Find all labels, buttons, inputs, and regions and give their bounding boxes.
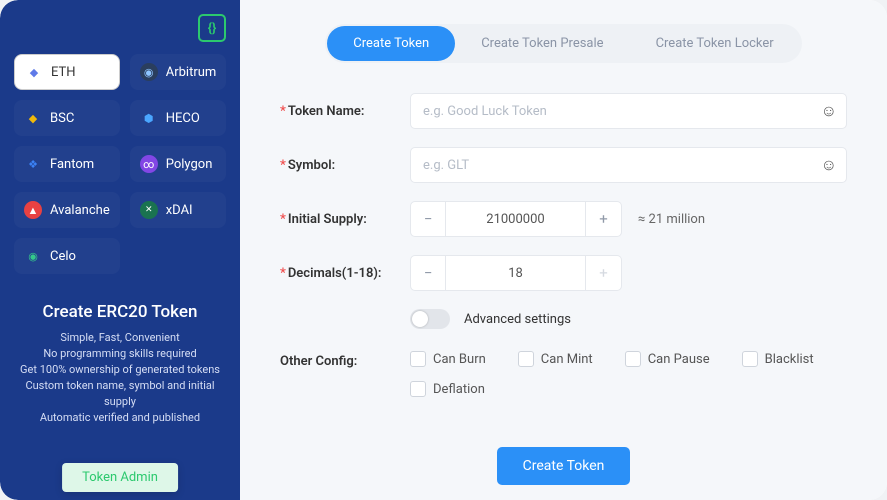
config-options: Can Burn Can Mint Can Pause Blacklist Deflat…	[410, 351, 847, 397]
advanced-settings-label: Advanced settings	[464, 312, 571, 327]
network-label: Avalanche	[50, 203, 110, 218]
network-label: Polygon	[166, 157, 213, 172]
network-eth[interactable]: ◆ ETH	[14, 54, 120, 90]
emoji-picker-icon[interactable]: ☺	[821, 155, 837, 175]
checkbox-label: Deflation	[433, 382, 485, 397]
token-name-input[interactable]	[410, 93, 847, 129]
checkbox-label: Can Burn	[433, 352, 486, 367]
input-wrap-token-name: ☺	[410, 93, 847, 129]
network-label: ETH	[51, 65, 76, 80]
network-label: Arbitrum	[166, 65, 217, 80]
checkbox-can-mint[interactable]: Can Mint	[518, 351, 593, 367]
network-label: Celo	[50, 249, 76, 264]
label-initial-supply: *Initial Supply:	[280, 212, 410, 227]
decimals-stepper: − +	[410, 255, 622, 291]
avalanche-icon: ▲	[24, 201, 42, 219]
decimals-input[interactable]	[446, 255, 586, 291]
network-label: Fantom	[50, 157, 94, 172]
toggle-knob	[412, 311, 428, 327]
checkbox-label: Can Mint	[541, 352, 593, 367]
network-arbitrum[interactable]: ◉ Arbitrum	[130, 54, 227, 90]
decimals-increment-button[interactable]: +	[586, 255, 622, 291]
checkbox-box	[410, 351, 426, 367]
bsc-icon: ◆	[24, 109, 42, 127]
promo-block: Create ERC20 Token Simple, Fast, Conveni…	[14, 302, 226, 426]
decimals-decrement-button[interactable]: −	[410, 255, 446, 291]
initial-supply-input[interactable]	[446, 201, 586, 237]
label-decimals: *Decimals(1-18):	[280, 266, 410, 281]
row-advanced-toggle: Advanced settings	[410, 309, 847, 329]
checkbox-box	[742, 351, 758, 367]
create-token-button[interactable]: Create Token	[497, 447, 631, 485]
advanced-settings-toggle[interactable]	[410, 309, 450, 329]
network-xdai[interactable]: ✕ xDAI	[130, 192, 227, 228]
symbol-input[interactable]	[410, 147, 847, 183]
checkbox-label: Can Pause	[648, 352, 710, 367]
label-other-config: Other Config:	[280, 351, 410, 369]
logo-row: {}	[14, 14, 226, 42]
network-polygon[interactable]: ∞ Polygon	[130, 146, 227, 182]
emoji-picker-icon[interactable]: ☺	[821, 101, 837, 121]
polygon-icon: ∞	[140, 155, 158, 173]
supply-increment-button[interactable]: +	[586, 201, 622, 237]
tab-create-token-locker[interactable]: Create Token Locker	[630, 26, 800, 61]
main-panel: Create TokenCreate Token PresaleCreate T…	[240, 0, 887, 500]
celo-icon: ◉	[24, 247, 42, 265]
sidebar: {} ◆ ETH ◉ Arbitrum ◆ BSC ⬢ HECO ❖ Fantom ∞ Polygon…	[0, 0, 240, 500]
network-label: xDAI	[166, 203, 193, 218]
network-fantom[interactable]: ❖ Fantom	[14, 146, 120, 182]
fantom-icon: ❖	[24, 155, 42, 173]
row-token-name: *Token Name: ☺	[280, 93, 847, 129]
label-token-name: *Token Name:	[280, 104, 410, 119]
checkbox-can-pause[interactable]: Can Pause	[625, 351, 710, 367]
eth-icon: ◆	[25, 63, 43, 81]
network-label: HECO	[166, 111, 200, 126]
network-label: BSC	[50, 111, 74, 126]
promo-text: Simple, Fast, ConvenientNo programming s…	[18, 330, 222, 426]
network-heco[interactable]: ⬢ HECO	[130, 100, 227, 136]
checkbox-label: Blacklist	[765, 352, 814, 367]
checkbox-deflation[interactable]: Deflation	[410, 381, 485, 397]
xdai-icon: ✕	[140, 201, 158, 219]
checkbox-box	[410, 381, 426, 397]
checkbox-box	[518, 351, 534, 367]
promo-title: Create ERC20 Token	[18, 302, 222, 322]
heco-icon: ⬢	[140, 109, 158, 127]
row-initial-supply: *Initial Supply: − + ≈ 21 million	[280, 201, 847, 237]
checkbox-box	[625, 351, 641, 367]
network-grid: ◆ ETH ◉ Arbitrum ◆ BSC ⬢ HECO ❖ Fantom ∞ Polygon ▲ Av…	[14, 54, 226, 274]
row-symbol: *Symbol: ☺	[280, 147, 847, 183]
supply-approx-label: ≈ 21 million	[638, 212, 705, 227]
tab-create-token[interactable]: Create Token	[327, 26, 455, 61]
logo-icon: {}	[198, 14, 226, 42]
network-avalanche[interactable]: ▲ Avalanche	[14, 192, 120, 228]
network-celo[interactable]: ◉ Celo	[14, 238, 120, 274]
tab-create-token-presale[interactable]: Create Token Presale	[455, 26, 629, 61]
arbitrum-icon: ◉	[140, 63, 158, 81]
submit-row: Create Token	[280, 447, 847, 485]
app-shell: {} ◆ ETH ◉ Arbitrum ◆ BSC ⬢ HECO ❖ Fantom ∞ Polygon…	[0, 0, 887, 500]
network-bsc[interactable]: ◆ BSC	[14, 100, 120, 136]
tabs: Create TokenCreate Token PresaleCreate T…	[325, 24, 801, 63]
checkbox-can-burn[interactable]: Can Burn	[410, 351, 486, 367]
input-wrap-symbol: ☺	[410, 147, 847, 183]
initial-supply-stepper: − +	[410, 201, 622, 237]
row-decimals: *Decimals(1-18): − +	[280, 255, 847, 291]
tabs-container: Create TokenCreate Token PresaleCreate T…	[280, 24, 847, 63]
supply-decrement-button[interactable]: −	[410, 201, 446, 237]
checkbox-blacklist[interactable]: Blacklist	[742, 351, 814, 367]
row-other-config: Other Config: Can Burn Can Mint Can Pause B…	[280, 351, 847, 397]
token-admin-button[interactable]: Token Admin	[62, 463, 178, 492]
label-symbol: *Symbol:	[280, 158, 410, 173]
